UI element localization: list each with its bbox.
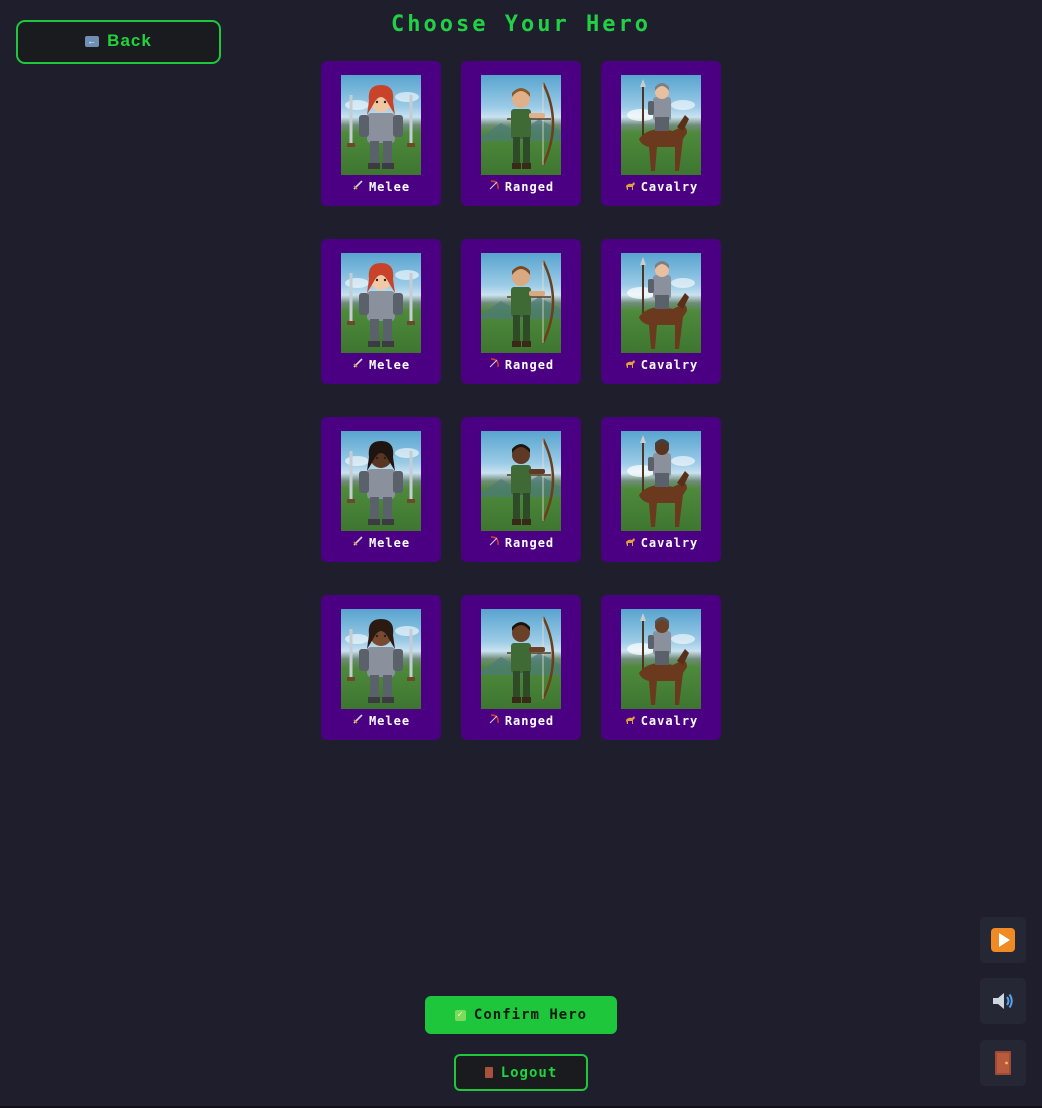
hero-class-text: Cavalry: [640, 713, 699, 728]
horse-icon: [624, 535, 636, 550]
hero-class-text: Ranged: [504, 713, 555, 728]
hero-card-melee[interactable]: Melee: [321, 61, 441, 206]
hero-class-text: Ranged: [504, 535, 555, 550]
speaker-icon: [993, 993, 1013, 1009]
page-title: Choose Your Hero: [391, 12, 651, 37]
hero-card-ranged[interactable]: Ranged: [461, 595, 581, 740]
hero-class-label: Cavalry: [601, 535, 721, 550]
hero-class-text: Ranged: [504, 357, 555, 372]
hero-card-cavalry[interactable]: Cavalry: [601, 417, 721, 562]
door-icon: [484, 1067, 493, 1078]
hero-card-ranged[interactable]: Ranged: [461, 417, 581, 562]
hero-class-label: Melee: [321, 713, 441, 728]
bow-icon: [488, 357, 500, 372]
hero-card-cavalry[interactable]: Cavalry: [601, 239, 721, 384]
sound-button[interactable]: [980, 978, 1026, 1024]
sword-icon: [352, 535, 364, 550]
confirm-hero-label: Confirm Hero: [473, 1007, 588, 1023]
hero-class-text: Cavalry: [640, 179, 699, 194]
horse-icon: [624, 179, 636, 194]
hero-class-label: Ranged: [461, 535, 581, 550]
bow-icon: [488, 179, 500, 194]
hero-card-melee[interactable]: Melee: [321, 595, 441, 740]
hero-portrait: [621, 609, 701, 709]
hero-card-ranged[interactable]: Ranged: [461, 61, 581, 206]
hero-portrait: [481, 609, 561, 709]
sword-icon: [352, 713, 364, 728]
checkmark-icon: ✓: [454, 1009, 466, 1021]
confirm-hero-button[interactable]: ✓ Confirm Hero: [425, 996, 617, 1034]
hero-portrait: [621, 431, 701, 531]
door-exit-icon: [995, 1051, 1011, 1075]
horse-icon: [624, 713, 636, 728]
hero-grid: Melee Ranged Cavalry Melee Ranged Cavalr…: [321, 61, 721, 740]
exit-button[interactable]: [980, 1040, 1026, 1086]
hero-class-label: Ranged: [461, 713, 581, 728]
hero-class-label: Ranged: [461, 179, 581, 194]
bow-icon: [488, 535, 500, 550]
hero-portrait: [481, 75, 561, 175]
hero-portrait: [341, 253, 421, 353]
hero-class-label: Melee: [321, 179, 441, 194]
play-button[interactable]: [980, 917, 1026, 963]
hero-card-cavalry[interactable]: Cavalry: [601, 61, 721, 206]
hero-class-text: Cavalry: [640, 357, 699, 372]
back-arrow-icon: ←: [85, 35, 100, 47]
hero-portrait: [341, 609, 421, 709]
hero-card-ranged[interactable]: Ranged: [461, 239, 581, 384]
hero-class-label: Melee: [321, 535, 441, 550]
horse-icon: [624, 357, 636, 372]
hero-class-text: Melee: [368, 535, 411, 550]
hero-portrait: [621, 75, 701, 175]
logout-button[interactable]: Logout: [454, 1054, 588, 1091]
play-icon: [991, 928, 1015, 952]
hero-class-text: Cavalry: [640, 535, 699, 550]
hero-card-cavalry[interactable]: Cavalry: [601, 595, 721, 740]
hero-class-text: Melee: [368, 357, 411, 372]
logout-label: Logout: [500, 1064, 558, 1081]
hero-class-text: Ranged: [504, 179, 555, 194]
hero-class-label: Cavalry: [601, 357, 721, 372]
bow-icon: [488, 713, 500, 728]
hero-class-label: Cavalry: [601, 179, 721, 194]
hero-class-label: Cavalry: [601, 713, 721, 728]
hero-portrait: [341, 431, 421, 531]
sword-icon: [352, 179, 364, 194]
hero-card-melee[interactable]: Melee: [321, 417, 441, 562]
hero-class-text: Melee: [368, 179, 411, 194]
hero-portrait: [341, 75, 421, 175]
hero-class-label: Ranged: [461, 357, 581, 372]
hero-class-label: Melee: [321, 357, 441, 372]
hero-class-text: Melee: [368, 713, 411, 728]
sword-icon: [352, 357, 364, 372]
hero-portrait: [481, 431, 561, 531]
hero-portrait: [481, 253, 561, 353]
hero-portrait: [621, 253, 701, 353]
hero-card-melee[interactable]: Melee: [321, 239, 441, 384]
